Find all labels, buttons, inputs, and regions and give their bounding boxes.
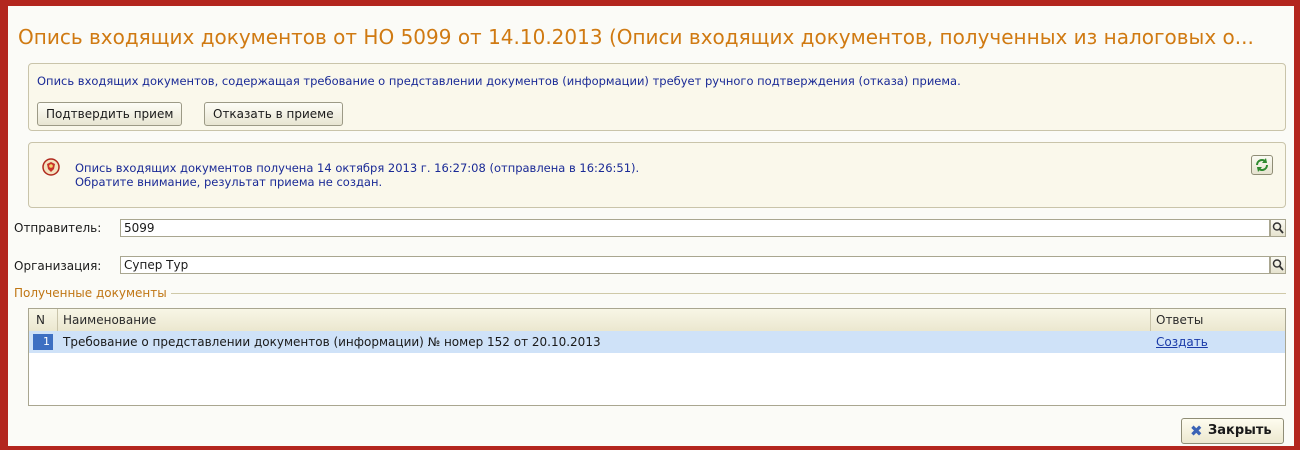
confirmation-panel: Опись входящих документов, содержащая тр… xyxy=(28,63,1286,131)
reject-receipt-button[interactable]: Отказать в приеме xyxy=(204,102,343,126)
tax-authority-emblem-icon xyxy=(42,158,60,176)
status-warning-text: Обратите внимание, результат приема не с… xyxy=(75,175,383,189)
documents-table: N Наименование Ответы 1 Требование о пре… xyxy=(28,308,1286,406)
close-button-label: Закрыть xyxy=(1208,423,1272,438)
status-panel: Опись входящих документов получена 14 ок… xyxy=(28,142,1286,208)
column-header-name[interactable]: Наименование xyxy=(63,309,156,331)
column-divider xyxy=(57,309,58,331)
close-icon: ✖ xyxy=(1190,422,1203,440)
create-answer-link[interactable]: Создать xyxy=(1156,331,1208,353)
group-divider xyxy=(14,293,1286,294)
confirmation-message: Опись входящих документов, содержащая тр… xyxy=(37,74,961,88)
window-title: Опись входящих документов от НО 5099 от … xyxy=(18,25,1254,49)
received-documents-group-title: Полученные документы xyxy=(14,286,171,300)
document-name-cell: Требование о представлении документов (и… xyxy=(63,335,601,349)
sender-field[interactable]: 5099 xyxy=(120,219,1270,237)
column-divider xyxy=(1150,309,1151,331)
close-button[interactable]: ✖ Закрыть xyxy=(1181,418,1284,444)
table-row[interactable]: 1 Требование о представлении документов … xyxy=(29,331,1285,353)
sender-lookup-button[interactable] xyxy=(1270,219,1286,237)
organization-label: Организация: xyxy=(14,259,102,273)
sender-label: Отправитель: xyxy=(14,221,102,235)
table-header: N Наименование Ответы xyxy=(29,309,1285,332)
column-header-answers[interactable]: Ответы xyxy=(1156,309,1203,331)
search-icon xyxy=(1272,222,1284,234)
organization-field[interactable]: Супер Тур xyxy=(120,256,1270,274)
refresh-button[interactable] xyxy=(1251,155,1273,175)
status-received-text: Опись входящих документов получена 14 ок… xyxy=(75,161,640,175)
column-header-n[interactable]: N xyxy=(36,309,45,331)
confirm-receipt-button[interactable]: Подтвердить прием xyxy=(37,102,183,126)
organization-lookup-button[interactable] xyxy=(1270,256,1286,274)
status-info: Опись входящих документов получена 14 ок… xyxy=(75,161,639,189)
search-icon xyxy=(1272,259,1284,271)
refresh-icon xyxy=(1256,158,1268,172)
row-number: 1 xyxy=(33,334,53,350)
